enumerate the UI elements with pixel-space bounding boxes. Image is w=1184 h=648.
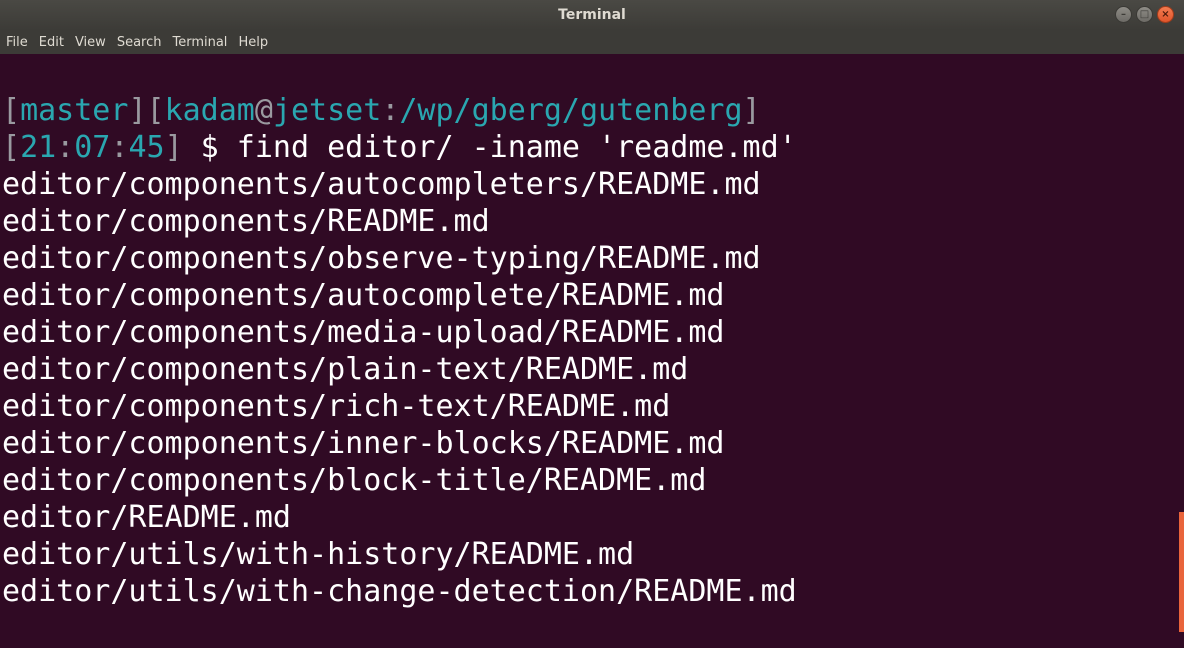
prompt-bracket: [ <box>146 93 165 128</box>
output-line: editor/components/block-title/README.md <box>2 463 707 498</box>
menu-file[interactable]: File <box>6 35 33 50</box>
prompt-line-2: [21:07:45] $ find editor/ -iname 'readme… <box>2 129 1179 166</box>
window-controls: – □ × <box>1115 6 1174 23</box>
maximize-button[interactable]: □ <box>1136 6 1153 23</box>
output-line: editor/components/rich-text/README.md <box>2 389 671 424</box>
time-seconds: 45 <box>128 130 165 165</box>
prompt-bracket: [ <box>2 130 21 165</box>
title-bar[interactable]: Terminal – □ × <box>0 0 1184 30</box>
prompt-user: kadam <box>164 93 255 128</box>
prompt-line-1: [master][kadam@jetset:/wp/gberg/gutenber… <box>2 92 1179 129</box>
prompt-bracket: ] <box>128 93 147 128</box>
prompt-bracket: ] <box>742 93 761 128</box>
command-text: $ find editor/ -iname 'readme.md' <box>182 130 797 165</box>
output-line: editor/components/observe-typing/README.… <box>2 241 761 276</box>
menu-edit[interactable]: Edit <box>39 35 69 50</box>
time-minutes: 07 <box>74 130 111 165</box>
output-line: editor/components/autocomplete/README.md <box>2 278 725 313</box>
git-branch: master <box>20 93 129 128</box>
output-line: editor/utils/with-change-detection/READM… <box>2 574 797 609</box>
prompt-path: /wp/gberg/gutenberg <box>399 93 743 128</box>
prompt-host: jetset <box>272 93 382 128</box>
prompt-colon: : <box>381 93 400 128</box>
prompt-bracket: [ <box>2 93 21 128</box>
terminal-output[interactable]: [master][kadam@jetset:/wp/gberg/gutenber… <box>0 54 1179 648</box>
prompt-bracket: ] <box>164 130 183 165</box>
output-line: editor/components/plain-text/README.md <box>2 352 689 387</box>
output-line: editor/README.md <box>2 500 291 535</box>
output-line: editor/components/inner-blocks/README.md <box>2 426 725 461</box>
output-line: editor/components/autocompleters/README.… <box>2 167 761 202</box>
minimize-button[interactable]: – <box>1115 6 1132 23</box>
scrollbar-thumb[interactable] <box>1179 512 1184 632</box>
time-sep: : <box>56 130 75 165</box>
menu-help[interactable]: Help <box>238 35 273 50</box>
output-line: editor/components/media-upload/README.md <box>2 315 725 350</box>
output-line: editor/utils/with-history/README.md <box>2 537 635 572</box>
output-line: editor/components/README.md <box>2 204 490 239</box>
menu-terminal[interactable]: Terminal <box>172 35 232 50</box>
menu-search[interactable]: Search <box>117 35 167 50</box>
scrollbar[interactable] <box>1179 54 1184 648</box>
time-sep: : <box>110 130 129 165</box>
time-hours: 21 <box>20 130 57 165</box>
close-button[interactable]: × <box>1157 6 1174 23</box>
prompt-at: @ <box>254 93 273 128</box>
menu-view[interactable]: View <box>75 35 111 50</box>
window-title: Terminal <box>558 7 626 23</box>
menu-bar: File Edit View Search Terminal Help <box>0 30 1184 54</box>
